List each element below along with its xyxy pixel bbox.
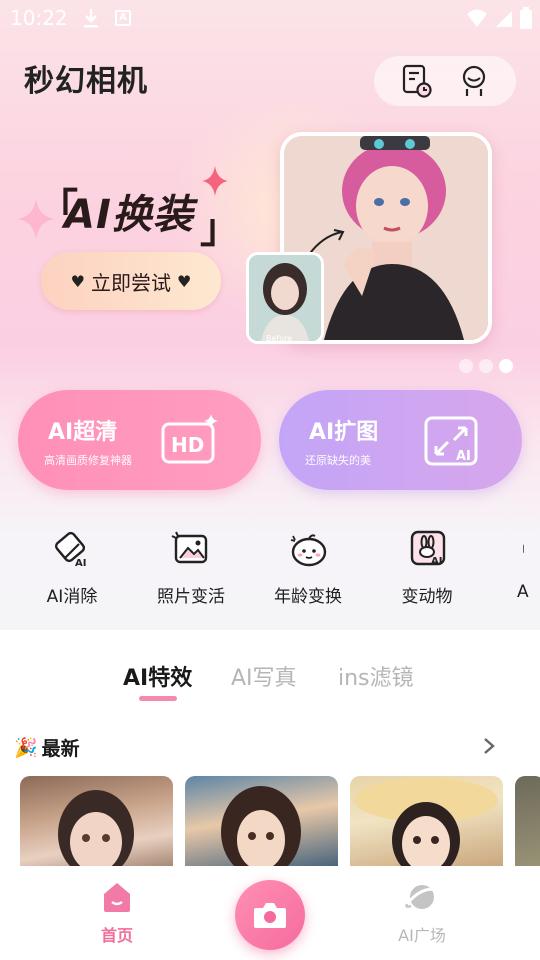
card-subtitle: 高清画质修复神器 xyxy=(44,454,132,467)
rabbit-ai-icon: AI xyxy=(410,530,446,567)
tool-animal[interactable]: AI 变动物 xyxy=(372,528,482,607)
list-item[interactable] xyxy=(185,776,338,870)
content-section: AI特效 AI写真 ins滤镜 🎉 最新 xyxy=(0,630,540,870)
tool-label: 年龄变换 xyxy=(274,587,342,607)
home-icon xyxy=(104,883,130,912)
chevron-right-icon[interactable] xyxy=(480,734,498,758)
card-title: AI扩图 xyxy=(309,420,379,445)
partial-icon xyxy=(523,544,524,553)
tool-photo-animate[interactable]: 照片变活 xyxy=(136,528,246,607)
download-icon xyxy=(84,9,98,28)
before-photo xyxy=(246,252,324,344)
thumbnail-image xyxy=(221,786,301,870)
tool-partial[interactable]: A xyxy=(489,528,540,602)
planet-icon xyxy=(405,885,438,909)
list-item[interactable] xyxy=(350,776,503,870)
app-notification-icon: A xyxy=(115,10,131,26)
banner-title: AI换装 xyxy=(64,192,194,238)
ai-expand-card[interactable]: AI扩图 还原缺失的美 AI xyxy=(279,390,522,490)
baby-face-icon xyxy=(290,534,327,567)
signal-icon xyxy=(496,11,512,27)
nav-home[interactable]: 首页 xyxy=(77,880,157,946)
thumbnail-image xyxy=(58,790,134,870)
before-label: Before xyxy=(266,334,293,343)
history-icon xyxy=(402,64,432,98)
thumbnail-image xyxy=(354,778,498,870)
user-icon xyxy=(462,65,485,96)
svg-text:AI: AI xyxy=(456,449,471,464)
tool-label: AI消除 xyxy=(46,587,98,607)
heart-icon: ♥ xyxy=(177,271,192,291)
camera-icon xyxy=(254,903,286,928)
expand-ai-icon: AI xyxy=(424,416,478,466)
carousel-dot-active[interactable] xyxy=(499,359,513,373)
tab-ai-effects[interactable]: AI特效 xyxy=(123,660,192,692)
svg-text:HD: HD xyxy=(171,433,204,457)
before-portrait xyxy=(249,255,321,341)
tab-ai-portrait[interactable]: AI写真 xyxy=(231,660,297,692)
nav-ai-square[interactable]: AI广场 xyxy=(382,880,462,946)
tab-ins-filter[interactable]: ins滤镜 xyxy=(338,660,414,692)
app-title: 秒幻相机 xyxy=(24,64,148,99)
carousel-dot[interactable] xyxy=(459,359,473,373)
card-title: AI超清 xyxy=(48,420,118,445)
camera-button[interactable] xyxy=(235,880,305,950)
category-tabs: AI特效 AI写真 ins滤镜 xyxy=(0,660,540,700)
sparkle-icon xyxy=(202,166,228,196)
tool-label: 变动物 xyxy=(401,587,453,607)
party-popper-icon: 🎉 xyxy=(14,737,38,759)
tool-label: 照片变活 xyxy=(157,587,225,607)
section-header: 🎉 最新 xyxy=(14,734,80,761)
top-actions xyxy=(374,56,516,106)
tools-row: AI AI消除 照片变活 年龄变换 AI 变动物 A xyxy=(0,528,540,608)
tool-age-change[interactable]: 年龄变换 xyxy=(253,528,363,607)
bottom-nav: 首页 AI广场 xyxy=(0,866,540,960)
tool-ai-eraser[interactable]: AI AI消除 xyxy=(17,528,127,607)
carousel-dots xyxy=(459,359,513,373)
carousel-dot[interactable] xyxy=(479,359,493,373)
battery-icon xyxy=(520,7,532,29)
list-item[interactable] xyxy=(515,776,540,870)
photo-animate-icon xyxy=(171,531,208,564)
latest-list xyxy=(20,776,540,870)
eraser-ai-icon: AI xyxy=(54,531,86,569)
hd-icon: HD xyxy=(161,414,218,464)
ai-enhance-card[interactable]: AI超清 高清画质修复神器 HD xyxy=(18,390,261,490)
history-button[interactable] xyxy=(399,63,435,99)
svg-text:AI: AI xyxy=(431,556,442,567)
try-now-label: 立即尝试 xyxy=(91,270,171,295)
section-title: 最新 xyxy=(41,738,80,760)
status-bar: 10:22 A xyxy=(0,0,540,36)
profile-button[interactable] xyxy=(456,63,492,99)
try-now-button[interactable]: ♥ 立即尝试 ♥ xyxy=(41,252,221,310)
status-indicators xyxy=(466,7,532,29)
wifi-icon xyxy=(467,9,487,27)
nav-home-label: 首页 xyxy=(100,926,133,945)
svg-text:AI: AI xyxy=(75,558,86,569)
active-tab-indicator xyxy=(139,696,177,701)
list-item[interactable] xyxy=(20,776,173,870)
card-subtitle: 还原缺失的美 xyxy=(305,454,371,467)
nav-ai-square-label: AI广场 xyxy=(398,926,446,945)
tool-label: A xyxy=(517,582,529,602)
heart-icon: ♥ xyxy=(70,271,85,291)
banner-bracket-right: 」 xyxy=(200,206,240,252)
status-time: 10:22 xyxy=(10,6,68,30)
